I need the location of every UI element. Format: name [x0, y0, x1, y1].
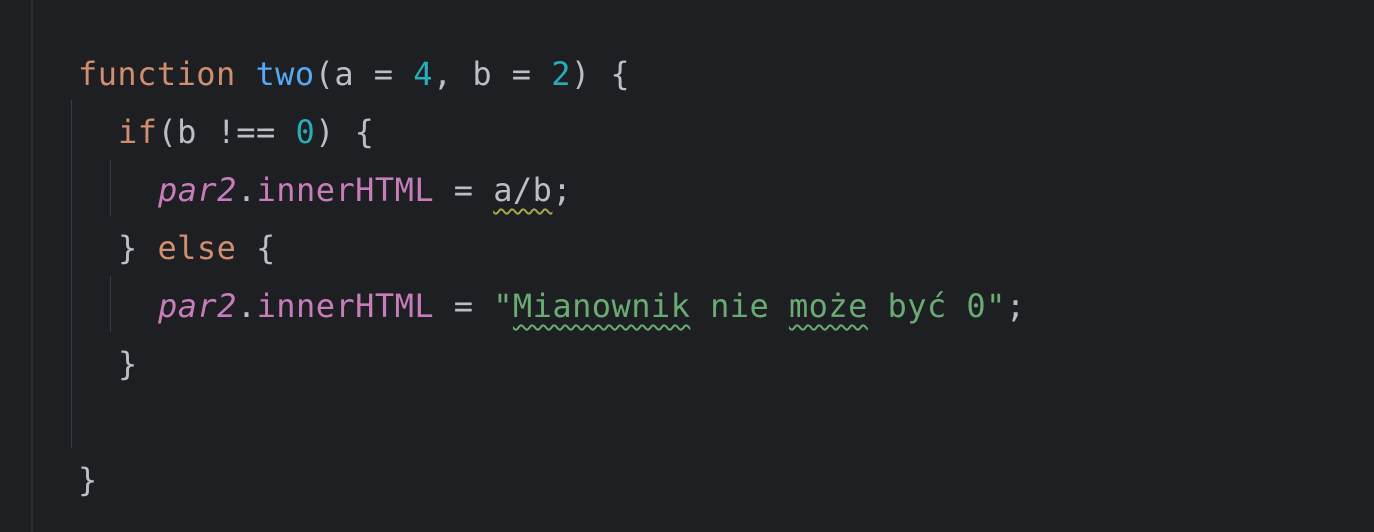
spellcheck-word-moze[interactable]: może — [789, 287, 868, 325]
code-line-5[interactable]: par2.innerHTML = "Mianownik nie może być… — [158, 286, 1026, 326]
code-line-8[interactable]: } — [78, 460, 98, 500]
dot: . — [236, 287, 257, 325]
condition-close: ) { — [315, 113, 375, 151]
code-line-6[interactable]: } — [118, 344, 138, 384]
string-quote-close: " — [986, 287, 1006, 325]
default-value-b: 2 — [551, 55, 571, 93]
code-line-3[interactable]: par2.innerHTML = a/b; — [158, 170, 572, 210]
close-brace: } — [118, 345, 138, 383]
number-zero: 0 — [295, 113, 316, 151]
variable-par2: par2 — [158, 171, 237, 209]
open-brace: { — [236, 229, 276, 267]
assign-operator: = — [434, 287, 494, 325]
condition-open: (b !== — [157, 113, 296, 151]
property-innerhtml: innerHTML — [256, 171, 435, 209]
params-open: (a = — [314, 55, 414, 93]
property-innerhtml: innerHTML — [256, 287, 435, 325]
semicolon: ; — [1005, 287, 1026, 325]
semicolon: ; — [552, 171, 573, 209]
code-line-1[interactable]: function two(a = 4, b = 2) { — [78, 54, 630, 94]
dot: . — [236, 171, 257, 209]
assign-operator: = — [434, 171, 494, 209]
string-segment-rest: być 0 — [867, 287, 987, 325]
keyword-function: function — [78, 55, 236, 93]
keyword-if: if — [118, 113, 158, 151]
params-mid: , b = — [432, 55, 552, 93]
spellcheck-word-mianownik[interactable]: Mianownik — [513, 287, 690, 325]
string-quote-open: " — [493, 287, 513, 325]
function-close-brace: } — [78, 461, 98, 499]
indent-guide-else-body — [110, 276, 111, 332]
default-value-a: 4 — [413, 55, 433, 93]
string-segment: nie — [690, 287, 789, 325]
variable-par2: par2 — [158, 287, 237, 325]
keyword-else: else — [157, 229, 237, 267]
params-close: ) { — [570, 55, 631, 93]
close-brace: } — [118, 229, 158, 267]
indent-guide-if-body — [110, 160, 111, 216]
indent-guide-function-body — [71, 100, 72, 448]
code-editor[interactable]: function two(a = 4, b = 2) { if(b !== 0)… — [0, 0, 1374, 532]
division-expression-warning[interactable]: a/b — [493, 171, 552, 209]
function-name: two — [255, 55, 315, 93]
code-line-2[interactable]: if(b !== 0) { — [118, 112, 374, 152]
code-line-4[interactable]: } else { — [118, 228, 276, 268]
